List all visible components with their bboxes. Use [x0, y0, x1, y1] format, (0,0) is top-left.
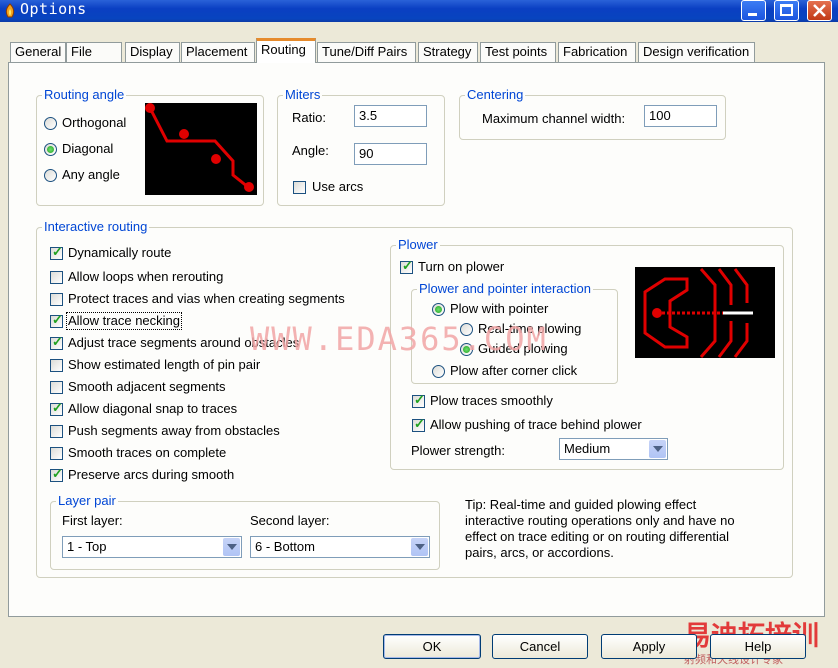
turn-on-plower-checkbox[interactable]: ✓ [400, 259, 413, 274]
tab-strategy[interactable]: Strategy [418, 42, 478, 62]
tip-text: Tip: Real-time and guided plowing effect… [465, 497, 735, 560]
ratio-input[interactable]: 3.5 [354, 105, 427, 127]
plow-with-pointer-radio[interactable] [432, 303, 445, 316]
allow-trace-necking-label: Allow trace necking [66, 312, 182, 330]
second-layer-select[interactable]: 6 - Bottom [250, 536, 430, 558]
any-angle-radio[interactable] [44, 169, 57, 182]
allow-loops-label: Allow loops when rerouting [68, 269, 224, 284]
close-icon [813, 4, 826, 17]
chevron-down-icon[interactable] [649, 440, 666, 458]
first-layer-select[interactable]: 1 - Top [62, 536, 242, 558]
maximize-icon [780, 4, 793, 16]
tab-placement[interactable]: Placement [181, 42, 255, 62]
allow-loops-checkbox[interactable] [50, 271, 63, 284]
plower-strength-value: Medium [564, 441, 611, 456]
diagonal-snap-checkbox[interactable]: ✓ [50, 401, 63, 416]
plower-interaction-legend: Plower and pointer interaction [419, 281, 591, 296]
orthogonal-radio[interactable] [44, 117, 57, 130]
angle-label: Angle: [292, 143, 329, 158]
smooth-on-complete-checkbox[interactable] [50, 447, 63, 460]
plower-strength-select[interactable]: Medium [559, 438, 668, 460]
diagonal-label: Diagonal [62, 141, 114, 156]
routing-angle-preview [145, 103, 257, 195]
turn-on-plower-label: Turn on plower [418, 259, 505, 274]
plower-preview [635, 267, 775, 358]
plow-after-corner-label: Plow after corner click [450, 363, 578, 378]
ratio-label: Ratio: [292, 110, 326, 125]
tab-tune-diff-pairs[interactable]: Tune/Diff Pairs [317, 42, 416, 62]
tab-routing[interactable]: Routing [256, 38, 316, 63]
app-icon [2, 3, 18, 19]
tab-file[interactable]: File [66, 42, 122, 62]
minimize-button[interactable] [741, 0, 766, 21]
dynamically-route-label: Dynamically route [68, 245, 172, 260]
any-angle-label: Any angle [62, 167, 120, 182]
tab-display[interactable]: Display [125, 42, 180, 62]
tab-design-verification[interactable]: Design verification [638, 42, 755, 62]
plower-legend: Plower [398, 237, 438, 252]
cancel-button[interactable]: Cancel [492, 634, 588, 659]
diagonal-radio[interactable] [44, 143, 57, 156]
interactive-routing-legend: Interactive routing [44, 219, 148, 234]
layer-pair-group: Layer pair [50, 494, 440, 570]
smooth-adjacent-label: Smooth adjacent segments [68, 379, 226, 394]
help-button[interactable]: Help [710, 634, 806, 659]
smooth-on-complete-label: Smooth traces on complete [68, 445, 227, 460]
chevron-down-icon[interactable] [411, 538, 428, 556]
show-estimated-length-label: Show estimated length of pin pair [68, 357, 261, 372]
smooth-adjacent-checkbox[interactable] [50, 381, 63, 394]
watermark-text: WWW.EDA365.COM [250, 320, 548, 358]
chevron-down-icon[interactable] [223, 538, 240, 556]
ok-button[interactable]: OK [383, 634, 481, 659]
tab-fabrication[interactable]: Fabrication [558, 42, 636, 62]
plow-with-pointer-label: Plow with pointer [450, 301, 549, 316]
adjust-trace-segments-checkbox[interactable]: ✓ [50, 335, 63, 350]
use-arcs-label: Use arcs [312, 179, 364, 194]
angle-input[interactable]: 90 [354, 143, 427, 165]
centering-legend: Centering [467, 87, 524, 102]
tab-general[interactable]: General [10, 42, 66, 62]
diagonal-snap-label: Allow diagonal snap to traces [68, 401, 238, 416]
allow-trace-necking-checkbox[interactable]: ✓ [50, 313, 63, 328]
plow-smoothly-label: Plow traces smoothly [430, 393, 553, 408]
miters-legend: Miters [285, 87, 321, 102]
max-channel-width-label: Maximum channel width: [482, 111, 626, 126]
max-channel-width-input[interactable]: 100 [644, 105, 717, 127]
preserve-arcs-checkbox[interactable]: ✓ [50, 467, 63, 482]
protect-traces-label: Protect traces and vias when creating se… [68, 291, 345, 306]
allow-pushing-label: Allow pushing of trace behind plower [430, 417, 642, 432]
first-layer-label: First layer: [62, 513, 123, 528]
layer-pair-legend: Layer pair [58, 493, 116, 508]
push-segments-label: Push segments away from obstacles [68, 423, 280, 438]
apply-button[interactable]: Apply [601, 634, 697, 659]
dynamically-route-checkbox[interactable]: ✓ [50, 245, 63, 260]
first-layer-value: 1 - Top [67, 539, 107, 554]
maximize-button[interactable] [774, 0, 799, 21]
show-estimated-length-checkbox[interactable] [50, 359, 63, 372]
orthogonal-label: Orthogonal [62, 115, 127, 130]
use-arcs-checkbox[interactable] [293, 181, 306, 194]
second-layer-value: 6 - Bottom [255, 539, 315, 554]
plow-smoothly-checkbox[interactable]: ✓ [412, 393, 425, 408]
second-layer-label: Second layer: [250, 513, 330, 528]
title-bar [0, 0, 838, 22]
preserve-arcs-label: Preserve arcs during smooth [68, 467, 235, 482]
window-title: Options [20, 0, 87, 18]
protect-traces-checkbox[interactable] [50, 293, 63, 306]
push-segments-checkbox[interactable] [50, 425, 63, 438]
plower-strength-label: Plower strength: [411, 443, 505, 458]
close-button[interactable] [807, 0, 832, 21]
allow-pushing-checkbox[interactable]: ✓ [412, 417, 425, 432]
minimize-icon [748, 13, 757, 16]
routing-angle-legend: Routing angle [44, 87, 125, 102]
plow-after-corner-radio[interactable] [432, 365, 445, 378]
tab-test-points[interactable]: Test points [480, 42, 556, 62]
